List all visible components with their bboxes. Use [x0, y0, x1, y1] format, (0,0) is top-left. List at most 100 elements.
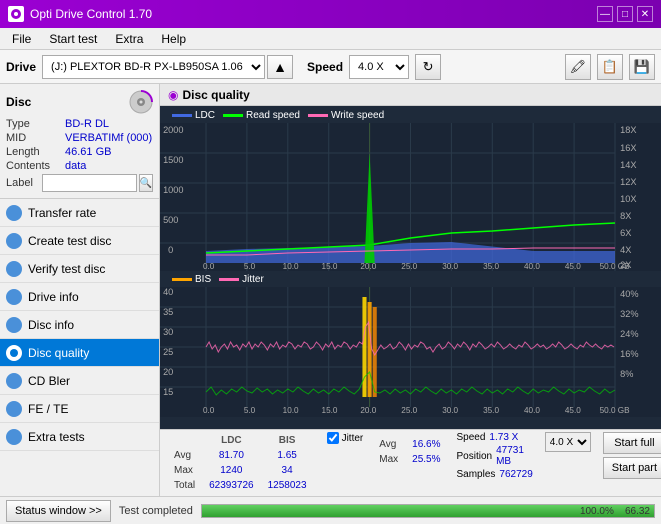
- nav-create-test-disc[interactable]: Create test disc: [0, 227, 159, 255]
- nav-label-drive: Drive info: [28, 290, 79, 304]
- speed-select[interactable]: 4.0 X: [349, 55, 409, 79]
- svg-text:15: 15: [163, 387, 173, 397]
- col-bis: BIS: [262, 434, 313, 447]
- nav-extra-tests[interactable]: Extra tests: [0, 423, 159, 451]
- title-bar: Opti Drive Control 1.70 — □ ✕: [0, 0, 661, 28]
- svg-text:1500: 1500: [163, 155, 183, 165]
- status-window-button[interactable]: Status window >>: [6, 500, 111, 522]
- svg-text:16X: 16X: [620, 143, 636, 153]
- action-buttons: Start full Start part: [603, 432, 661, 479]
- svg-text:40.0: 40.0: [524, 262, 540, 271]
- nav-disc-info[interactable]: Disc info: [0, 311, 159, 339]
- legend-color-ldc: [172, 114, 192, 117]
- jitter-checkbox[interactable]: [327, 432, 339, 444]
- menu-file[interactable]: File: [4, 30, 39, 48]
- nav-verify-test-disc[interactable]: Verify test disc: [0, 255, 159, 283]
- eject-button[interactable]: ▲: [267, 55, 293, 79]
- svg-text:6X: 6X: [620, 228, 631, 238]
- label-label: Label: [6, 177, 40, 189]
- length-label: Length: [6, 146, 61, 158]
- menu-help[interactable]: Help: [153, 30, 194, 48]
- icon-btn-2[interactable]: 📋: [597, 54, 623, 80]
- svg-text:40: 40: [163, 287, 173, 297]
- drive-selector-group: (J:) PLEXTOR BD-R PX-LB950SA 1.06 ▲: [42, 55, 293, 79]
- avg-label: Avg: [168, 449, 201, 462]
- label-button[interactable]: 🔍: [139, 174, 153, 192]
- nav-icon-fete: [6, 401, 22, 417]
- main-content: Disc Type BD-R DL MID VERBATIMf (000) Le…: [0, 84, 661, 496]
- contents-label: Contents: [6, 160, 61, 172]
- jitter-group: Jitter: [327, 432, 364, 444]
- svg-text:20.0: 20.0: [360, 406, 376, 415]
- nav-label-fete: FE / TE: [28, 402, 68, 416]
- nav-label-transfer: Transfer rate: [28, 206, 96, 220]
- position-value: 47731 MB: [496, 445, 533, 467]
- nav-label-verify: Verify test disc: [28, 262, 105, 276]
- svg-text:4X: 4X: [620, 245, 631, 255]
- nav-menu: Transfer rate Create test disc Verify te…: [0, 199, 159, 451]
- legend-read: Read speed: [223, 110, 300, 121]
- nav-transfer-rate[interactable]: Transfer rate: [0, 199, 159, 227]
- max-bis: 34: [262, 464, 313, 477]
- menu-start-test[interactable]: Start test: [41, 30, 105, 48]
- toolbar: Drive (J:) PLEXTOR BD-R PX-LB950SA 1.06 …: [0, 50, 661, 84]
- menu-bar: File Start test Extra Help: [0, 28, 661, 50]
- legend-color-write: [308, 114, 328, 117]
- total-label: Total: [168, 479, 201, 492]
- svg-text:25.0: 25.0: [401, 262, 417, 271]
- nav-drive-info[interactable]: Drive info: [0, 283, 159, 311]
- refresh-button[interactable]: ↻: [415, 54, 441, 80]
- max-ldc: 1240: [203, 464, 260, 477]
- svg-text:50.0 GB: 50.0 GB: [600, 262, 630, 271]
- svg-text:24%: 24%: [620, 329, 638, 339]
- icon-btn-1[interactable]: 🖍: [565, 54, 591, 80]
- legend-color-read: [223, 114, 243, 117]
- svg-text:30.0: 30.0: [442, 406, 458, 415]
- chart-header-icon: ◉: [168, 88, 178, 102]
- svg-text:15.0: 15.0: [322, 262, 338, 271]
- nav-label-quality: Disc quality: [28, 346, 89, 360]
- svg-text:2000: 2000: [163, 125, 183, 135]
- nav-fe-te[interactable]: FE / TE: [0, 395, 159, 423]
- status-text: Test completed: [119, 505, 193, 517]
- speed-dropdown[interactable]: 4.0 X: [545, 432, 591, 452]
- save-button[interactable]: 💾: [629, 54, 655, 80]
- stats-table: LDC BIS Avg 81.70 1.65 Max 1240 34 Total…: [166, 432, 315, 494]
- svg-text:5.0: 5.0: [244, 262, 256, 271]
- legend-color-jitter: [219, 278, 239, 281]
- speed-label-text: Speed: [457, 432, 486, 443]
- svg-text:10.0: 10.0: [283, 262, 299, 271]
- svg-text:20.0: 20.0: [360, 262, 376, 271]
- drive-label: Drive: [6, 60, 36, 74]
- length-value: 46.61 GB: [65, 146, 153, 158]
- app-icon: [8, 6, 24, 22]
- start-full-button[interactable]: Start full: [603, 432, 661, 454]
- avg-bis: 1.65: [262, 449, 313, 462]
- legend-color-bis: [172, 278, 192, 281]
- minimize-button[interactable]: —: [597, 6, 613, 22]
- mid-value: VERBATIMf (000): [65, 132, 153, 144]
- nav-label-create: Create test disc: [28, 234, 111, 248]
- progress-bar-container: 100.0% 66.32: [201, 504, 655, 518]
- legend-jitter: Jitter: [219, 274, 264, 285]
- svg-text:18X: 18X: [620, 125, 636, 135]
- bottom-chart-container: 40% 32% 24% 16% 8% 40 35 30 25 20 15: [160, 287, 661, 429]
- nav-disc-quality[interactable]: Disc quality: [0, 339, 159, 367]
- svg-text:0: 0: [168, 245, 173, 255]
- svg-text:35: 35: [163, 307, 173, 317]
- svg-text:16%: 16%: [620, 349, 638, 359]
- close-button[interactable]: ✕: [637, 6, 653, 22]
- top-chart-container: 2000 1500 1000 500 0 18X 16X 14X 12X 10X…: [160, 123, 661, 271]
- svg-text:0.0: 0.0: [203, 406, 215, 415]
- sidebar: Disc Type BD-R DL MID VERBATIMf (000) Le…: [0, 84, 160, 496]
- start-part-button[interactable]: Start part: [603, 457, 661, 479]
- nav-cd-bler[interactable]: CD Bler: [0, 367, 159, 395]
- bottom-chart-svg: 40% 32% 24% 16% 8% 40 35 30 25 20 15: [160, 287, 661, 417]
- menu-extra[interactable]: Extra: [107, 30, 151, 48]
- samples-value: 762729: [499, 469, 532, 480]
- svg-text:35.0: 35.0: [483, 262, 499, 271]
- maximize-button[interactable]: □: [617, 6, 633, 22]
- label-input[interactable]: [42, 174, 137, 192]
- bottom-legend: BIS Jitter: [164, 272, 657, 287]
- drive-select[interactable]: (J:) PLEXTOR BD-R PX-LB950SA 1.06: [42, 55, 265, 79]
